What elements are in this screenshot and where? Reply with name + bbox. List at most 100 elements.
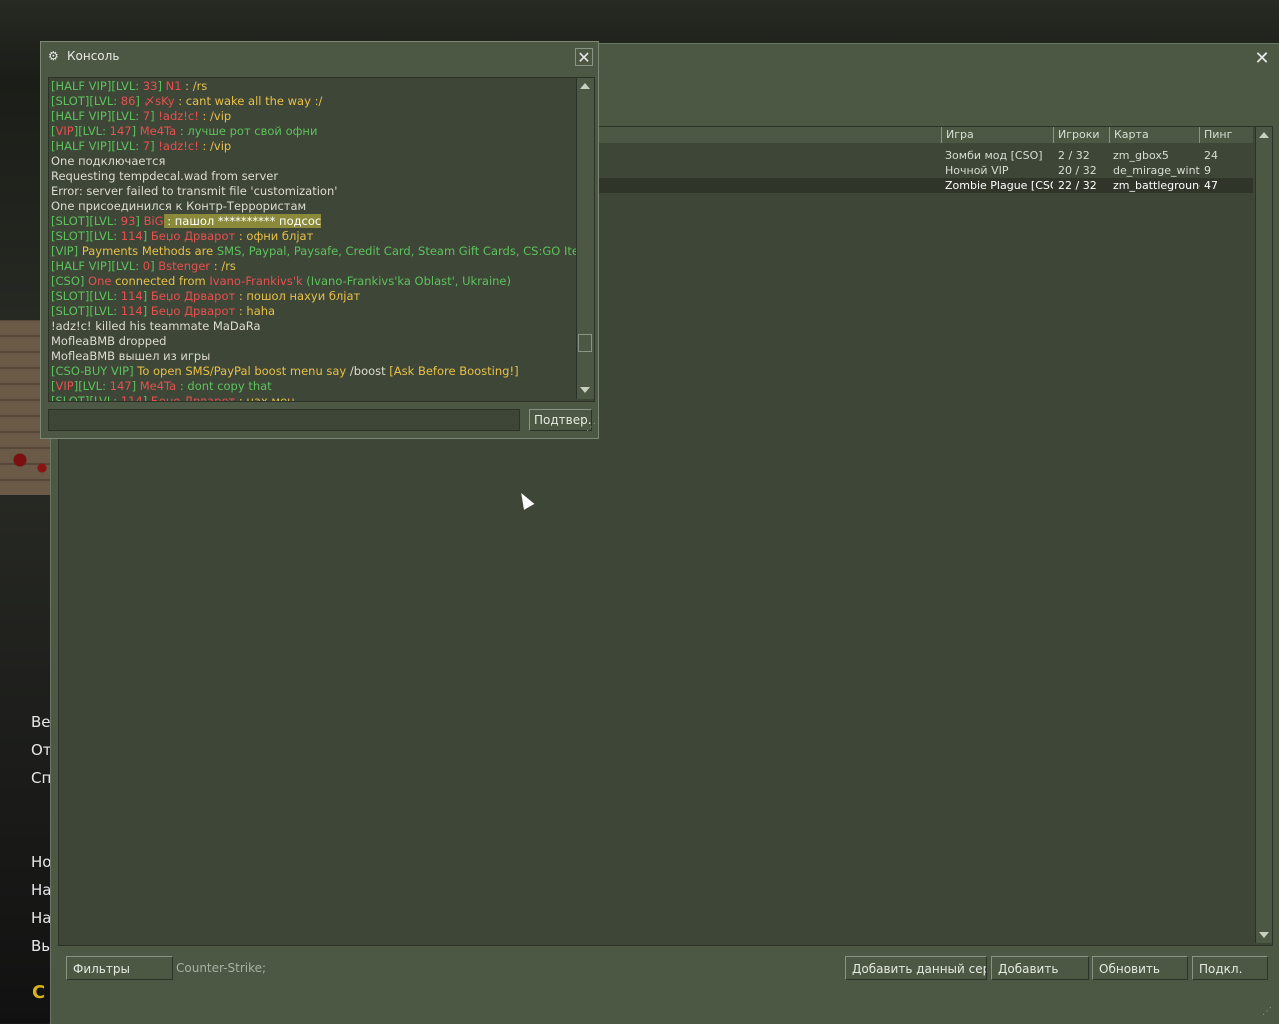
console-text-segment: : лучше рот свой офни — [176, 124, 318, 138]
console-submit-button[interactable]: Подтвер... — [529, 409, 592, 431]
console-line: [HALF VIP][LVL: 7] !adz!c! : /vip — [51, 109, 573, 124]
server-players: 22 / 32 — [1058, 179, 1097, 192]
console-text-segment: Me4Ta — [139, 379, 177, 393]
console-text-segment: ] — [142, 304, 151, 318]
console-text-segment: VIP — [55, 379, 74, 393]
console-text-segment: : нах мен — [235, 394, 295, 402]
console-window: ⚙ Консоль ✕ [HALF VIP][LVL: 33] N1 : /rs… — [40, 41, 599, 439]
console-text-segment: : пашол ********** подсос — [163, 214, 322, 228]
scroll-up-icon[interactable] — [1259, 132, 1269, 138]
console-text-segment: 〆sKy — [143, 94, 175, 108]
console-line: [CSO] One connected from Ivano-Frankivs'… — [51, 274, 573, 289]
console-text-segment: : офни блјат — [235, 229, 314, 243]
console-line: [HALF VIP][LVL: 0] Bstenger : /rs — [51, 259, 573, 274]
server-list-scrollbar[interactable] — [1255, 127, 1272, 943]
server-map: zm_gbox5 — [1113, 149, 1169, 162]
filters-button[interactable]: Фильтры — [66, 956, 173, 980]
console-text-segment: To open SMS/PayPal boost menu say — [137, 364, 350, 378]
console-text-segment: [SLOT][LVL: — [51, 289, 121, 303]
console-text-segment: : cant wake all the way :/ — [174, 94, 323, 108]
game-logo: C — [32, 982, 46, 1003]
console-text-segment: /boost — [349, 364, 390, 378]
scroll-down-icon[interactable] — [1259, 932, 1269, 938]
main-menu-item[interactable]: На — [31, 881, 51, 899]
browser-toolbar: Фильтры Counter-Strike; Добавить данный … — [58, 946, 1271, 988]
console-text-segment: ] — [142, 229, 151, 243]
console-text-segment: connected from — [111, 274, 210, 288]
column-header-map[interactable]: Карта — [1109, 127, 1199, 143]
console-text-segment: [HALF VIP][LVL: — [51, 139, 143, 153]
server-game: Зомби мод [CSO] — [945, 149, 1043, 162]
console-text-segment: MofleaBMB dropped — [51, 334, 167, 348]
console-text-segment: 147 — [109, 124, 132, 138]
console-text-segment: Requesting tempdecal.wad from server — [51, 169, 279, 183]
resize-grip-icon[interactable]: ⋰ — [586, 422, 596, 433]
console-text-segment: [HALF VIP][LVL: — [51, 109, 143, 123]
console-text-segment: : /rs — [181, 79, 208, 93]
console-line: One присоединился к Контр-Террористам — [51, 199, 573, 214]
console-text-segment: !adz!c! — [158, 109, 199, 123]
console-text-segment: : dont copy that — [176, 379, 272, 393]
resize-grip-icon[interactable]: ⋰ — [1262, 1006, 1272, 1017]
console-text-segment: 114 — [120, 304, 143, 318]
main-menu-item[interactable]: Но — [31, 853, 51, 871]
console-line: MofleaBMB вышел из игры — [51, 349, 573, 364]
console-text-segment: [CSO] — [51, 274, 89, 288]
main-menu-item[interactable]: Ве — [31, 713, 51, 731]
console-text-segment: ] — [142, 394, 151, 402]
scroll-down-icon[interactable] — [580, 387, 590, 393]
console-close-icon[interactable]: ✕ — [575, 48, 593, 66]
console-command-input[interactable] — [48, 409, 520, 431]
console-line: [HALF VIP][LVL: 7] !adz!c! : /vip — [51, 139, 573, 154]
add-server-button[interactable]: Добавить — [991, 956, 1089, 980]
console-text-segment: : haha — [235, 304, 276, 318]
console-text-segment: [SLOT][LVL: — [51, 394, 121, 402]
console-text-segment: 147 — [109, 379, 132, 393]
main-menu-item[interactable]: На — [31, 909, 51, 927]
console-text-segment: ][LVL: — [73, 379, 110, 393]
console-text-segment: Беџо Дрварот — [150, 229, 236, 243]
console-text-segment: ] — [135, 214, 144, 228]
console-scrollbar[interactable] — [576, 78, 594, 399]
console-text-segment: ] — [142, 289, 151, 303]
server-game: Ночной VIP — [945, 164, 1009, 177]
console-text-segment: [HALF VIP][LVL: — [51, 79, 143, 93]
console-line: [SLOT][LVL: 93] BiG : пашол ********** п… — [51, 214, 573, 229]
console-line: Requesting tempdecal.wad from server — [51, 169, 573, 184]
browser-close-icon[interactable]: ✕ — [1253, 50, 1271, 68]
console-text-segment: 114 — [120, 289, 143, 303]
column-header-players[interactable]: Игроки — [1053, 127, 1109, 143]
console-text-segment: [SLOT][LVL: — [51, 94, 121, 108]
console-text-segment: Беџо Дрварот — [150, 289, 236, 303]
console-text-segment: N1 — [165, 79, 182, 93]
console-text-segment: One присоединился к Контр-Террористам — [51, 199, 307, 213]
console-text-segment: [SLOT][LVL: — [51, 229, 121, 243]
console-text-segment: [HALF VIP][LVL: — [51, 259, 143, 273]
console-text-segment: One подключается — [51, 154, 166, 168]
console-text-segment: Me4Ta — [139, 124, 177, 138]
console-text-segment: 93 — [120, 214, 136, 228]
column-header-ping[interactable]: Пинг — [1199, 127, 1253, 143]
scroll-up-icon[interactable] — [580, 83, 590, 89]
main-menu-item[interactable]: Сп — [31, 769, 51, 787]
console-text-segment: 114 — [120, 394, 143, 402]
console-text-segment: VIP — [55, 124, 74, 138]
server-players: 2 / 32 — [1058, 149, 1090, 162]
console-text-segment: ] — [131, 124, 140, 138]
console-line: [CSO-BUY VIP] To open SMS/PayPal boost m… — [51, 364, 573, 379]
console-text-segment: [CSO-BUY VIP] — [51, 364, 138, 378]
console-text-segment: Ivano-Frankivs'k — [209, 274, 303, 288]
console-log[interactable]: [HALF VIP][LVL: 33] N1 : /rs [SLOT][LVL: … — [48, 77, 595, 402]
console-line: [SLOT][LVL: 114] Беџо Дрварот : офни блј… — [51, 229, 573, 244]
add-current-server-button[interactable]: Добавить данный серве — [845, 956, 987, 980]
console-text-segment: Беџо Дрварот — [150, 304, 236, 318]
console-text-segment: Payments Methods are — [81, 244, 217, 258]
console-text-segment: : пошол нахуи блјат — [235, 289, 361, 303]
column-header-game[interactable]: Игра — [941, 127, 1053, 143]
connect-button[interactable]: Подкл. — [1192, 956, 1268, 980]
refresh-button[interactable]: Обновить — [1092, 956, 1188, 980]
main-menu-item[interactable]: От — [31, 741, 52, 759]
scrollbar-thumb[interactable] — [578, 334, 592, 352]
server-players: 20 / 32 — [1058, 164, 1097, 177]
console-text-segment: !adz!c! — [158, 139, 199, 153]
